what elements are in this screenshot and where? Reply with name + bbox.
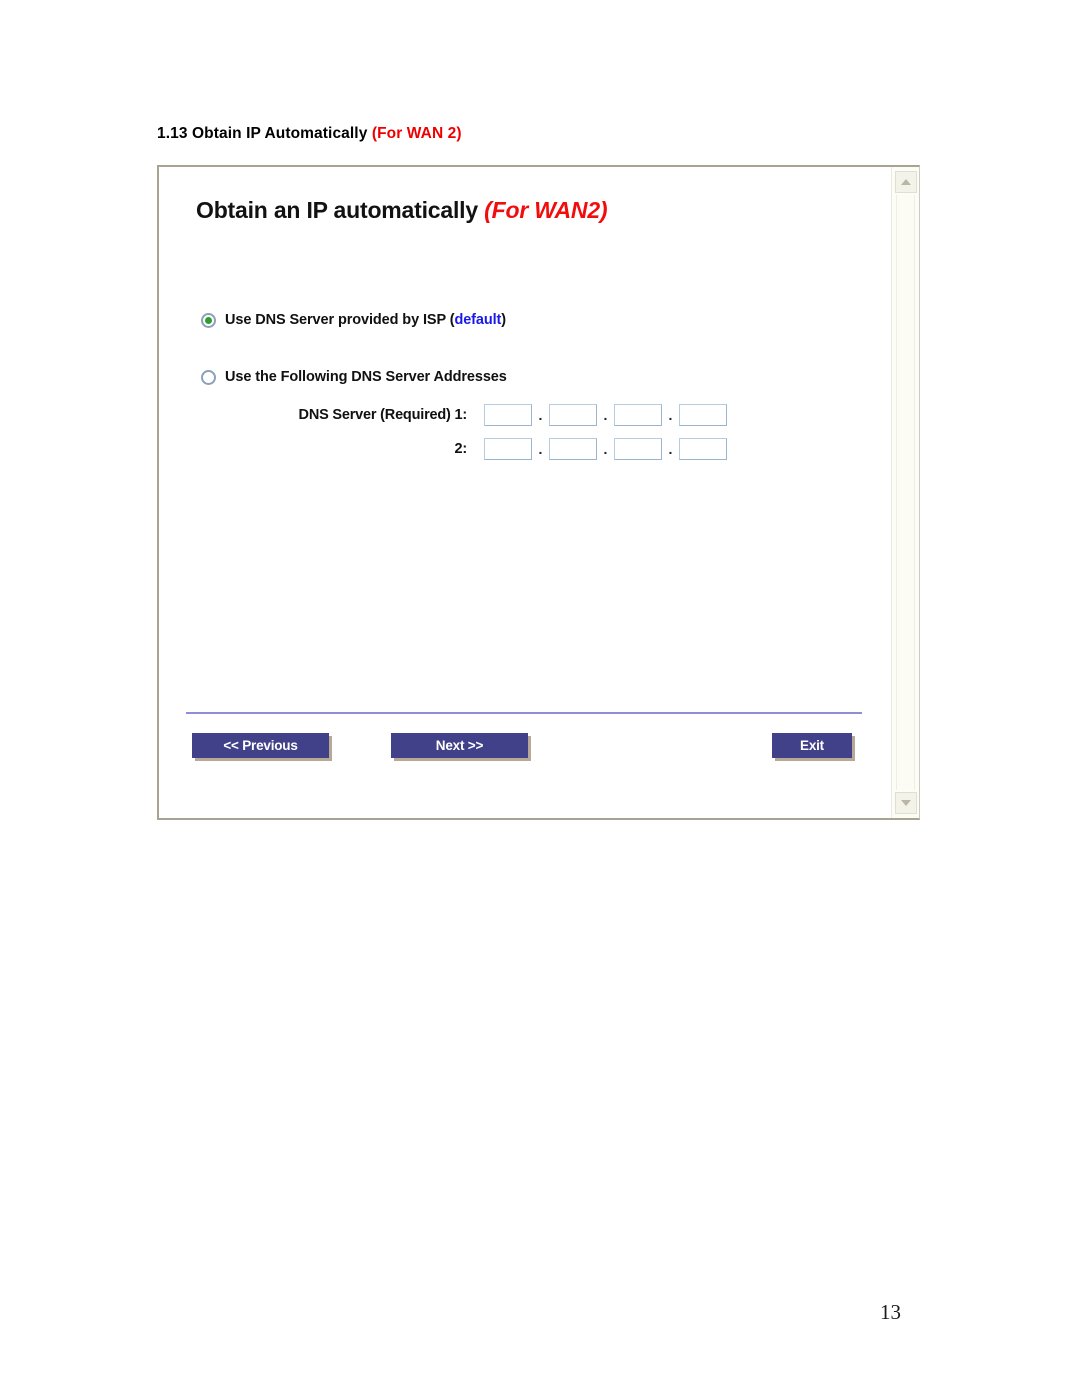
chevron-up-icon [901, 179, 911, 185]
page-title-number: 1.13 [157, 125, 188, 142]
radio-label-manual-dns: Use the Following DNS Server Addresses [225, 369, 507, 385]
vertical-scrollbar[interactable] [891, 167, 919, 818]
chevron-down-icon [901, 800, 911, 806]
page-title: 1.13 Obtain IP Automatically (For WAN 2) [157, 125, 462, 143]
dns1-separator-1: . [538, 407, 543, 423]
wizard-title: Obtain an IP automatically (For WAN2) [196, 197, 608, 224]
previous-button[interactable]: << Previous [192, 733, 329, 758]
page-title-scope: (For WAN 2) [371, 125, 462, 142]
dns1-octet-4[interactable] [679, 404, 727, 426]
footer-divider [186, 712, 862, 714]
radio-label-isp-dns-text: Use DNS Server provided by ISP ( [225, 312, 455, 328]
page-number: 13 [880, 1300, 901, 1324]
dns2-octet-2[interactable] [549, 438, 597, 460]
dns2-octet-3[interactable] [614, 438, 662, 460]
scroll-up-button[interactable] [895, 171, 917, 193]
dns-server-1-label: DNS Server (Required) 1: [298, 407, 468, 423]
wizard-title-scope: (For WAN2) [484, 197, 608, 223]
dns1-octet-1[interactable] [484, 404, 532, 426]
wizard-title-main: Obtain an IP automatically [196, 197, 478, 223]
radio-label-isp-dns: Use DNS Server provided by ISP (default) [225, 312, 506, 328]
exit-button[interactable]: Exit [772, 733, 852, 758]
dns2-separator-1: . [538, 441, 543, 457]
scrollbar-track[interactable] [896, 195, 915, 790]
radio-option-manual-dns[interactable]: Use the Following DNS Server Addresses [201, 369, 507, 385]
dns1-separator-2: . [603, 407, 608, 423]
radio-label-isp-dns-tail: ) [501, 312, 507, 328]
dns-server-2-label: 2: [454, 441, 468, 457]
dns2-separator-3: . [668, 441, 673, 457]
scroll-down-button[interactable] [895, 792, 917, 814]
radio-label-isp-dns-default: default [454, 312, 502, 328]
dns-server-1-octets: . . . [484, 404, 727, 426]
wizard-content-area: Obtain an IP automatically (For WAN2) Us… [159, 167, 891, 818]
dns-server-row-1: DNS Server (Required) 1: . . . [289, 404, 727, 426]
radio-option-isp-dns[interactable]: Use DNS Server provided by ISP (default) [201, 312, 506, 328]
page-title-text: Obtain IP Automatically [192, 125, 368, 142]
dns2-octet-4[interactable] [679, 438, 727, 460]
dns1-separator-3: . [668, 407, 673, 423]
radio-button-manual-dns[interactable] [201, 369, 216, 385]
dns1-octet-2[interactable] [549, 404, 597, 426]
radio-button-isp-dns[interactable] [201, 312, 216, 328]
router-wizard-screenshot: Obtain an IP automatically (For WAN2) Us… [157, 165, 920, 820]
dns-server-2-octets: . . . [484, 438, 727, 460]
dns2-octet-1[interactable] [484, 438, 532, 460]
dns2-separator-2: . [603, 441, 608, 457]
dns-server-row-2: 2: . . . [289, 438, 727, 460]
next-button[interactable]: Next >> [391, 733, 528, 758]
dns1-octet-3[interactable] [614, 404, 662, 426]
